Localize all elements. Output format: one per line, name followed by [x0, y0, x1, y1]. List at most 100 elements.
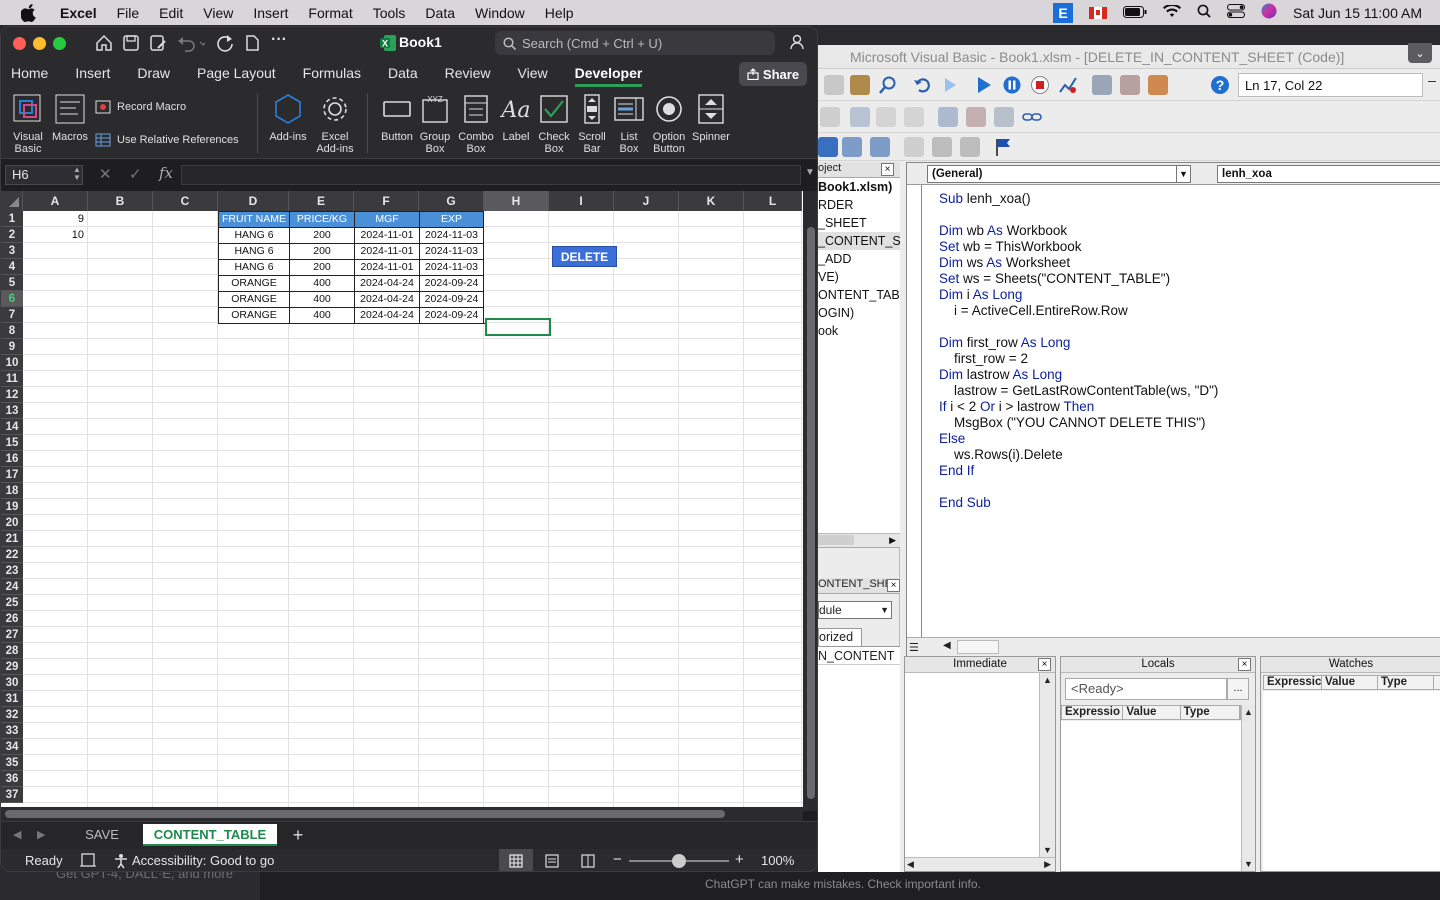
scroll-thumb[interactable]	[807, 227, 815, 799]
column-header[interactable]: A	[23, 191, 88, 211]
label-control[interactable]: Aa Label	[499, 93, 533, 143]
table-cell[interactable]: 400	[289, 307, 354, 324]
table-cell[interactable]: 400	[289, 291, 354, 307]
row-header[interactable]: 13	[1, 403, 23, 419]
table-cell[interactable]: 2024-11-03	[419, 259, 484, 275]
properties-categorized-tab[interactable]: orized	[818, 628, 862, 646]
row-header[interactable]: 34	[1, 739, 23, 755]
column-header[interactable]: E	[289, 191, 354, 211]
immediate-vscrollbar[interactable]: ▲ ▼	[1039, 673, 1055, 857]
code-line[interactable]: MsgBox ("YOU CANNOT DELETE THIS")	[939, 415, 1218, 431]
row-header[interactable]: 37	[1, 787, 23, 803]
tab-developer[interactable]: Developer	[574, 59, 643, 87]
watches-col-expression[interactable]: Expressic	[1264, 676, 1322, 689]
close-icon[interactable]: ×	[887, 579, 900, 592]
project-explorer-icon[interactable]	[1092, 75, 1112, 95]
object-combo[interactable]: (General) ▼	[927, 165, 1191, 183]
table-cell[interactable]: 2024-04-24	[354, 275, 419, 291]
share-button[interactable]: Share	[739, 62, 807, 86]
toolbar-overflow-icon[interactable]	[1428, 81, 1436, 82]
design-mode-icon[interactable]	[1058, 75, 1078, 95]
table-cell[interactable]: 2024-09-24	[419, 275, 484, 291]
worksheet-grid[interactable]: ABCDEFGHIJKL 1 2 3 4 5 6 7 8 9 10 11 12 13 14 15 16 17 18…	[1, 191, 803, 807]
row-header[interactable]: 17	[1, 467, 23, 483]
macros-button[interactable]: Macros	[51, 93, 89, 143]
table-cell[interactable]: 2024-04-24	[354, 307, 419, 324]
row-header[interactable]: 21	[1, 531, 23, 547]
list-box-control[interactable]: List Box	[611, 93, 647, 155]
indent-block-icon[interactable]	[842, 137, 862, 157]
code-line[interactable]: Sub lenh_xoa()	[939, 191, 1218, 207]
procedure-view-icon[interactable]: ☰	[909, 641, 919, 654]
find-icon[interactable]	[878, 75, 898, 95]
zoom-slider-thumb[interactable]	[672, 854, 686, 868]
row-header[interactable]: 19	[1, 499, 23, 515]
menu-window[interactable]: Window	[475, 5, 525, 21]
table-cell[interactable]: 2024-11-03	[419, 243, 484, 259]
tab-home[interactable]: Home	[11, 59, 48, 87]
table-cell[interactable]: HANG 6	[218, 259, 289, 275]
column-header[interactable]: I	[549, 191, 614, 211]
userform-icon[interactable]	[938, 107, 958, 127]
row-header[interactable]: 26	[1, 611, 23, 627]
scroll-down-arrow-icon[interactable]: ▼	[1242, 859, 1255, 869]
row-header[interactable]: 27	[1, 627, 23, 643]
row-header[interactable]: 14	[1, 419, 23, 435]
code-line[interactable]: End If	[939, 463, 1218, 479]
link-icon[interactable]	[1022, 107, 1042, 127]
indent-icon[interactable]	[850, 107, 870, 127]
option-button-control[interactable]: Option Button	[647, 93, 691, 155]
minimize-window-icon[interactable]	[33, 37, 46, 50]
record-macro-button[interactable]: Record Macro	[95, 100, 186, 114]
redo-icon[interactable]	[216, 34, 234, 55]
row-header[interactable]: 11	[1, 371, 23, 387]
outdent-icon[interactable]	[876, 107, 896, 127]
run-icon[interactable]	[974, 75, 994, 95]
comment-block-icon[interactable]	[932, 137, 952, 157]
close-window-icon[interactable]	[13, 37, 26, 50]
combo-box-control[interactable]: Combo Box	[457, 93, 495, 155]
sheet-vscrollbar[interactable]	[803, 191, 817, 811]
code-line[interactable]	[939, 319, 1218, 335]
add-ins-button[interactable]: Add-ins	[267, 93, 309, 143]
excel-add-ins-button[interactable]: Excel Add-ins	[313, 93, 357, 155]
prev-sheet-arrow-icon[interactable]: ◀	[13, 828, 21, 841]
tree-item[interactable]: VE)	[818, 268, 900, 286]
tab-data[interactable]: Data	[388, 59, 418, 87]
check-box-control[interactable]: Check Box	[535, 93, 573, 155]
code-line[interactable]: Dim first_row As Long	[939, 335, 1218, 351]
name-box-stepper-icon[interactable]: ▲ ▼	[73, 166, 81, 182]
table-cell[interactable]: HANG 6	[218, 243, 289, 259]
code-line[interactable]	[939, 207, 1218, 223]
locals-call-stack-button[interactable]: ...	[1227, 678, 1249, 700]
button-control[interactable]: Button	[377, 93, 417, 143]
row-header[interactable]: 4	[1, 259, 23, 275]
scroll-right-arrow-icon[interactable]: ▶	[889, 534, 896, 546]
active-cell-h6[interactable]	[485, 318, 551, 336]
table-cell[interactable]: ORANGE	[218, 275, 289, 291]
row-header[interactable]: 23	[1, 563, 23, 579]
table-cell[interactable]: 200	[289, 227, 354, 243]
table-cell[interactable]: 2024-11-01	[354, 243, 419, 259]
copy-icon[interactable]	[824, 75, 844, 95]
column-header[interactable]: J	[614, 191, 679, 211]
sheet-tab-save[interactable]: SAVE	[63, 824, 141, 846]
properties-object-dropdown[interactable]: dule ▼	[818, 601, 892, 619]
close-icon[interactable]: ×	[881, 163, 894, 176]
code-hscrollbar[interactable]: ☰ ◀	[907, 637, 1440, 657]
code-line[interactable]: End Sub	[939, 495, 1218, 511]
row-header[interactable]: 25	[1, 595, 23, 611]
row-header[interactable]: 7	[1, 307, 23, 323]
save-icon[interactable]	[122, 34, 140, 55]
column-header[interactable]: H	[484, 191, 549, 211]
step-icon[interactable]	[818, 137, 838, 157]
property-name-value[interactable]: N_CONTENT	[818, 647, 900, 665]
code-line[interactable]: Else	[939, 431, 1218, 447]
insert-function-icon[interactable]: fx	[159, 164, 173, 182]
zoom-out-button[interactable]: −	[613, 851, 622, 868]
close-icon[interactable]: ×	[1038, 658, 1051, 671]
scroll-up-arrow-icon[interactable]: ▲	[1040, 675, 1055, 685]
scroll-left-arrow-icon[interactable]: ◀	[943, 640, 951, 651]
column-header[interactable]: D	[218, 191, 289, 211]
row-header[interactable]: 5	[1, 275, 23, 291]
